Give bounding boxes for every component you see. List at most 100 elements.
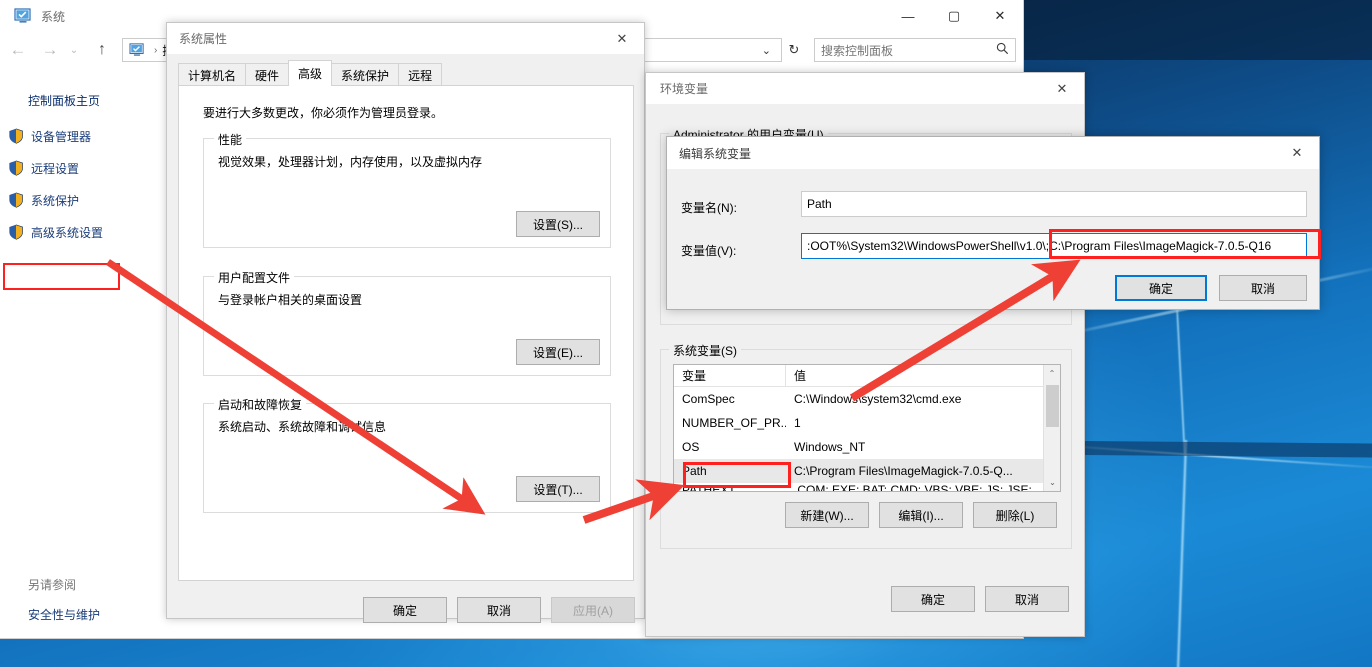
search-input[interactable]: 搜索控制面板 (814, 38, 1016, 62)
variable-value: .COM;.EXE;.BAT;.CMD;.VBS;.VBE;.JS;.JSE; (794, 483, 1032, 492)
close-button[interactable]: ✕ (977, 0, 1023, 32)
system-variables-legend: 系统变量(S) (669, 342, 741, 359)
performance-settings-button[interactable]: 设置(S)... (516, 211, 600, 237)
tab-advanced[interactable]: 高级 (288, 60, 333, 86)
variable-name: ComSpec (682, 392, 735, 406)
scroll-down-icon[interactable]: ⌄ (1044, 474, 1060, 491)
address-monitor-icon (129, 43, 145, 57)
edit-variable-cancel-button[interactable]: 取消 (1219, 275, 1307, 301)
startup-recovery-description: 系统启动、系统故障和调试信息 (218, 420, 387, 434)
environment-variables-ok-button[interactable]: 确定 (891, 586, 975, 612)
new-system-variable-button[interactable]: 新建(W)... (785, 502, 869, 528)
environment-variables-cancel-button[interactable]: 取消 (985, 586, 1069, 612)
variable-value: C:\Windows\system32\cmd.exe (794, 392, 962, 406)
column-header-value[interactable]: 值 (786, 367, 806, 384)
performance-legend: 性能 (214, 131, 247, 148)
breadcrumb-separator: › (154, 44, 158, 56)
shield-icon (8, 160, 24, 176)
screen-root: 系统 — ▢ ✕ ← → ⌄ ↑ › ⌄ ↻ 搜索控制面板 控制面板主页 设备管… (0, 0, 1372, 667)
see-also-security-maintenance-link[interactable]: 安全性与维护 (28, 606, 100, 623)
table-scrollbar[interactable]: ⌃ ⌄ (1043, 365, 1060, 491)
shield-icon (8, 128, 24, 144)
history-dropdown-icon[interactable]: ⌄ (64, 36, 84, 64)
user-profiles-group: 用户配置文件 与登录帐户相关的桌面设置 设置(E)... (203, 269, 611, 376)
wallpaper-beam-3 (1175, 440, 1189, 667)
sidebar-item-label: 高级系统设置 (31, 225, 104, 240)
edit-variable-ok-button[interactable]: 确定 (1115, 275, 1207, 301)
environment-variables-titlebar: 环境变量 ✕ (646, 73, 1084, 104)
system-properties-dialog: 系统属性 ✕ 计算机名 硬件 高级 系统保护 远程 要进行大多数更改，你必须作为… (166, 22, 763, 623)
table-row[interactable]: OS Windows_NT (674, 435, 1060, 459)
advanced-system-settings-highlight (3, 263, 120, 290)
tab-computer-name[interactable]: 计算机名 (178, 63, 247, 86)
user-profiles-legend: 用户配置文件 (214, 269, 295, 286)
table-row[interactable]: ComSpec C:\Windows\system32\cmd.exe (674, 387, 1060, 411)
tab-system-protection[interactable]: 系统保护 (331, 63, 400, 86)
scroll-up-icon[interactable]: ⌃ (1044, 365, 1060, 382)
maximize-button[interactable]: ▢ (931, 0, 977, 32)
shield-icon (8, 224, 24, 240)
edit-system-variable-title: 编辑系统变量 (679, 146, 752, 161)
forward-button[interactable]: → (36, 36, 64, 64)
system-properties-titlebar: 系统属性 ✕ (167, 23, 644, 54)
performance-group: 性能 视觉效果，处理器计划，内存使用，以及虚拟内存 设置(S)... (203, 131, 611, 248)
startup-recovery-legend: 启动和故障恢复 (214, 396, 307, 413)
system-properties-tabstrip: 计算机名 硬件 高级 系统保护 远程 (178, 60, 634, 86)
system-variables-group: 系统变量(S) 变量 值 ComSpec C:\Windows\system32… (660, 342, 1072, 549)
variable-value-input[interactable]: :OOT%\System32\WindowsPowerShell\v1.0\ ;C… (801, 233, 1307, 259)
environment-variables-title: 环境变量 (660, 82, 709, 96)
delete-system-variable-button[interactable]: 删除(L) (973, 502, 1057, 528)
system-properties-footer: 确定 取消 应用(A) (167, 597, 646, 627)
column-header-variable[interactable]: 变量 (674, 365, 786, 387)
admin-note: 要进行大多数更改，你必须作为管理员登录。 (203, 106, 444, 120)
edit-system-variable-button[interactable]: 编辑(I)... (879, 502, 963, 528)
table-row[interactable]: NUMBER_OF_PR... 1 (674, 411, 1060, 435)
search-icon[interactable] (996, 42, 1009, 58)
path-row-highlight (683, 462, 791, 488)
table-header: 变量 值 (674, 365, 1060, 387)
tab-remote[interactable]: 远程 (398, 63, 443, 86)
variable-name-value: Path (807, 197, 832, 211)
close-icon[interactable]: ✕ (600, 23, 644, 54)
user-profiles-description: 与登录帐户相关的桌面设置 (218, 293, 363, 307)
variable-value: Windows_NT (794, 440, 866, 454)
edit-system-variable-dialog: 编辑系统变量 ✕ 变量名(N): Path 变量值(V): :OOT%\Syst… (666, 136, 1321, 310)
back-button[interactable]: ← (4, 36, 32, 64)
close-icon[interactable]: ✕ (1040, 73, 1084, 104)
variable-value: 1 (794, 416, 801, 430)
shield-icon (8, 192, 24, 208)
monitor-icon (14, 8, 32, 24)
user-profiles-settings-button[interactable]: 设置(E)... (516, 339, 600, 365)
chevron-down-icon[interactable]: ⌄ (756, 44, 777, 57)
up-button[interactable]: ↑ (88, 36, 116, 64)
system-properties-cancel-button[interactable]: 取消 (457, 597, 541, 623)
close-icon[interactable]: ✕ (1275, 137, 1319, 169)
system-properties-apply-button: 应用(A) (551, 597, 635, 623)
variable-name-label: 变量名(N): (681, 201, 737, 215)
control-panel-title: 系统 (41, 9, 66, 24)
startup-recovery-settings-button[interactable]: 设置(T)... (516, 476, 600, 502)
window-controls: — ▢ ✕ (885, 0, 1023, 32)
variable-name: NUMBER_OF_PR... (682, 416, 786, 430)
see-also-title: 另请参阅 (28, 578, 77, 592)
sidebar-item-label: 系统保护 (31, 193, 80, 208)
edit-system-variable-titlebar: 编辑系统变量 ✕ (667, 137, 1319, 169)
sidebar-item-label: 远程设置 (31, 161, 80, 176)
system-properties-title: 系统属性 (179, 32, 228, 46)
refresh-icon[interactable]: ↻ (782, 38, 806, 62)
variable-name-input[interactable]: Path (801, 191, 1307, 217)
tab-hardware[interactable]: 硬件 (245, 63, 290, 86)
variable-value-existing: :OOT%\System32\WindowsPowerShell\v1.0\ (807, 239, 1046, 253)
performance-description: 视觉效果，处理器计划，内存使用，以及虚拟内存 (218, 155, 483, 169)
variable-value-label: 变量值(V): (681, 244, 737, 258)
minimize-button[interactable]: — (885, 0, 931, 32)
system-properties-ok-button[interactable]: 确定 (363, 597, 447, 623)
sidebar-item-label: 设备管理器 (31, 129, 92, 144)
variable-name: OS (682, 440, 700, 454)
advanced-tab-panel: 要进行大多数更改，你必须作为管理员登录。 性能 视觉效果，处理器计划，内存使用，… (178, 85, 763, 581)
startup-recovery-group: 启动和故障恢复 系统启动、系统故障和调试信息 设置(T)... (203, 396, 611, 513)
search-placeholder: 搜索控制面板 (821, 43, 894, 58)
wallpaper-dark-top (1023, 0, 1372, 60)
scrollbar-thumb[interactable] (1046, 385, 1059, 427)
variable-value-appended: ;C:\Program Files\ImageMagick-7.0.5-Q16 (1045, 239, 1272, 253)
